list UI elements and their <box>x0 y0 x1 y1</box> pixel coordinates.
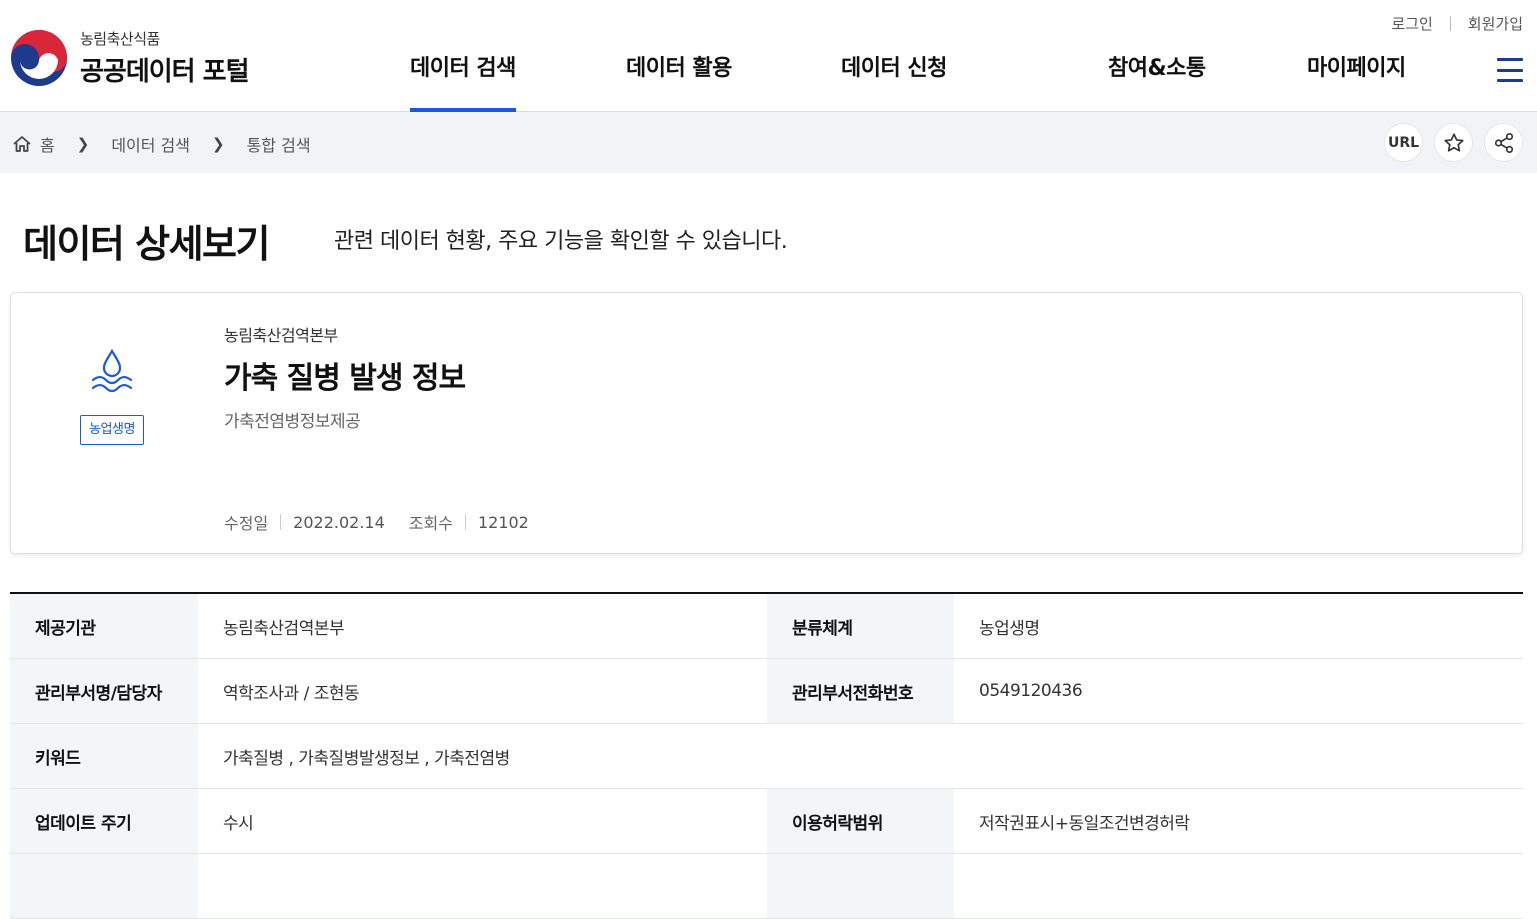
breadcrumb-home[interactable]: 홈 <box>12 132 55 156</box>
dataset-info-table: 제공기관 농림축산검역본부 분류체계 농업생명 관리부서명/담당자 역학조사과 … <box>10 592 1523 919</box>
water-drop-icon <box>91 348 133 393</box>
share-button[interactable] <box>1484 123 1523 162</box>
table-cell <box>198 854 767 918</box>
table-header-cell: 관리부서전화번호 <box>767 659 954 723</box>
dataset-subtitle: 가축전염병정보제공 <box>224 412 361 432</box>
breadcrumb-home-label: 홈 <box>40 136 55 155</box>
nav-data-use[interactable]: 데이터 활용 <box>626 52 732 112</box>
dataset-title: 가축 질병 발생 정보 <box>224 361 466 396</box>
table-row: 키워드 가축질병 , 가축질병발생정보 , 가축전염병 <box>10 724 1523 789</box>
table-header-cell <box>10 854 198 918</box>
table-header-cell: 업데이트 주기 <box>10 789 198 853</box>
table-cell: 수시 <box>223 813 254 834</box>
page-tools: URL <box>1373 123 1523 162</box>
table-row <box>10 854 1523 919</box>
nav-data-request[interactable]: 데이터 신청 <box>841 52 947 112</box>
dataset-meta: 수정일 2022.02.14 조회수 12102 <box>224 510 529 534</box>
category-tag: 농업생명 <box>80 415 144 445</box>
signup-link[interactable]: 회원가입 <box>1468 13 1523 34</box>
dataset-summary-card: 농업생명 농림축산검역본부 가축 질병 발생 정보 가축전염병정보제공 수정일 … <box>10 292 1523 554</box>
home-icon <box>13 136 31 152</box>
table-header-cell: 분류체계 <box>767 594 954 658</box>
table-cell: 농림축산검역본부 <box>223 618 345 639</box>
meta-divider <box>280 514 282 530</box>
table-header-cell: 키워드 <box>10 724 198 788</box>
page-title: 데이터 상세보기 <box>23 222 270 266</box>
site-header: 농림축산식품 공공데이터 포털 로그인 회원가입 데이터 검색 데이터 활용 데… <box>0 0 1537 112</box>
table-cell: 0549120436 <box>979 681 1083 701</box>
table-cell: 가축질병 , 가축질병발생정보 , 가축전염병 <box>223 748 510 769</box>
nav-participation[interactable]: 참여&소통 <box>1108 52 1206 112</box>
breadcrumb: 홈 ❯ 데이터 검색 ❯ 통합 검색 <box>12 132 311 156</box>
nav-data-search[interactable]: 데이터 검색 <box>410 52 516 112</box>
dataset-org: 농림축산검역본부 <box>224 326 338 345</box>
util-divider <box>1449 16 1451 31</box>
page-description: 관련 데이터 현황, 주요 기능을 확인할 수 있습니다. <box>334 229 788 254</box>
modified-label: 수정일 <box>224 514 269 533</box>
table-row: 관리부서명/담당자 역학조사과 / 조현동 관리부서전화번호 054912043… <box>10 659 1523 724</box>
logo-subtitle: 농림축산식품 <box>80 30 160 48</box>
favorite-button[interactable] <box>1434 123 1473 162</box>
chevron-right-icon: ❯ <box>212 135 225 153</box>
table-header-cell <box>767 854 954 918</box>
breadcrumb-integrated-search[interactable]: 통합 검색 <box>247 132 311 156</box>
login-link[interactable]: 로그인 <box>1391 13 1432 34</box>
main-nav: 데이터 검색 데이터 활용 데이터 신청 참여&소통 마이페이지 <box>0 52 1537 112</box>
breadcrumb-data-search[interactable]: 데이터 검색 <box>111 132 190 156</box>
page-heading: 데이터 상세보기 관련 데이터 현황, 주요 기능을 확인할 수 있습니다. <box>0 173 1537 293</box>
hamburger-icon[interactable] <box>1497 58 1523 82</box>
table-header-cell: 관리부서명/담당자 <box>10 659 198 723</box>
table-row: 제공기관 농림축산검역본부 분류체계 농업생명 <box>10 594 1523 659</box>
meta-divider <box>464 514 466 530</box>
breadcrumb-bar: 홈 ❯ 데이터 검색 ❯ 통합 검색 URL <box>0 112 1537 173</box>
table-header-cell: 제공기관 <box>10 594 198 658</box>
table-cell: 농업생명 <box>979 618 1040 639</box>
utility-links: 로그인 회원가입 <box>1391 13 1523 34</box>
table-cell <box>954 854 1523 918</box>
table-row: 업데이트 주기 수시 이용허락범위 저작권표시+동일조건변경허락 <box>10 789 1523 854</box>
table-cell: 저작권표시+동일조건변경허락 <box>979 813 1190 834</box>
chevron-right-icon: ❯ <box>76 135 90 153</box>
nav-mypage[interactable]: 마이페이지 <box>1307 52 1406 112</box>
table-cell: 역학조사과 / 조현동 <box>223 683 360 704</box>
views-label: 조회수 <box>408 514 453 533</box>
share-icon <box>1494 132 1513 153</box>
views-value: 12102 <box>477 512 529 532</box>
star-icon <box>1443 132 1464 152</box>
copy-url-button[interactable]: URL <box>1384 123 1423 162</box>
table-header-cell: 이용허락범위 <box>767 789 954 853</box>
modified-value: 2022.02.14 <box>293 512 385 532</box>
